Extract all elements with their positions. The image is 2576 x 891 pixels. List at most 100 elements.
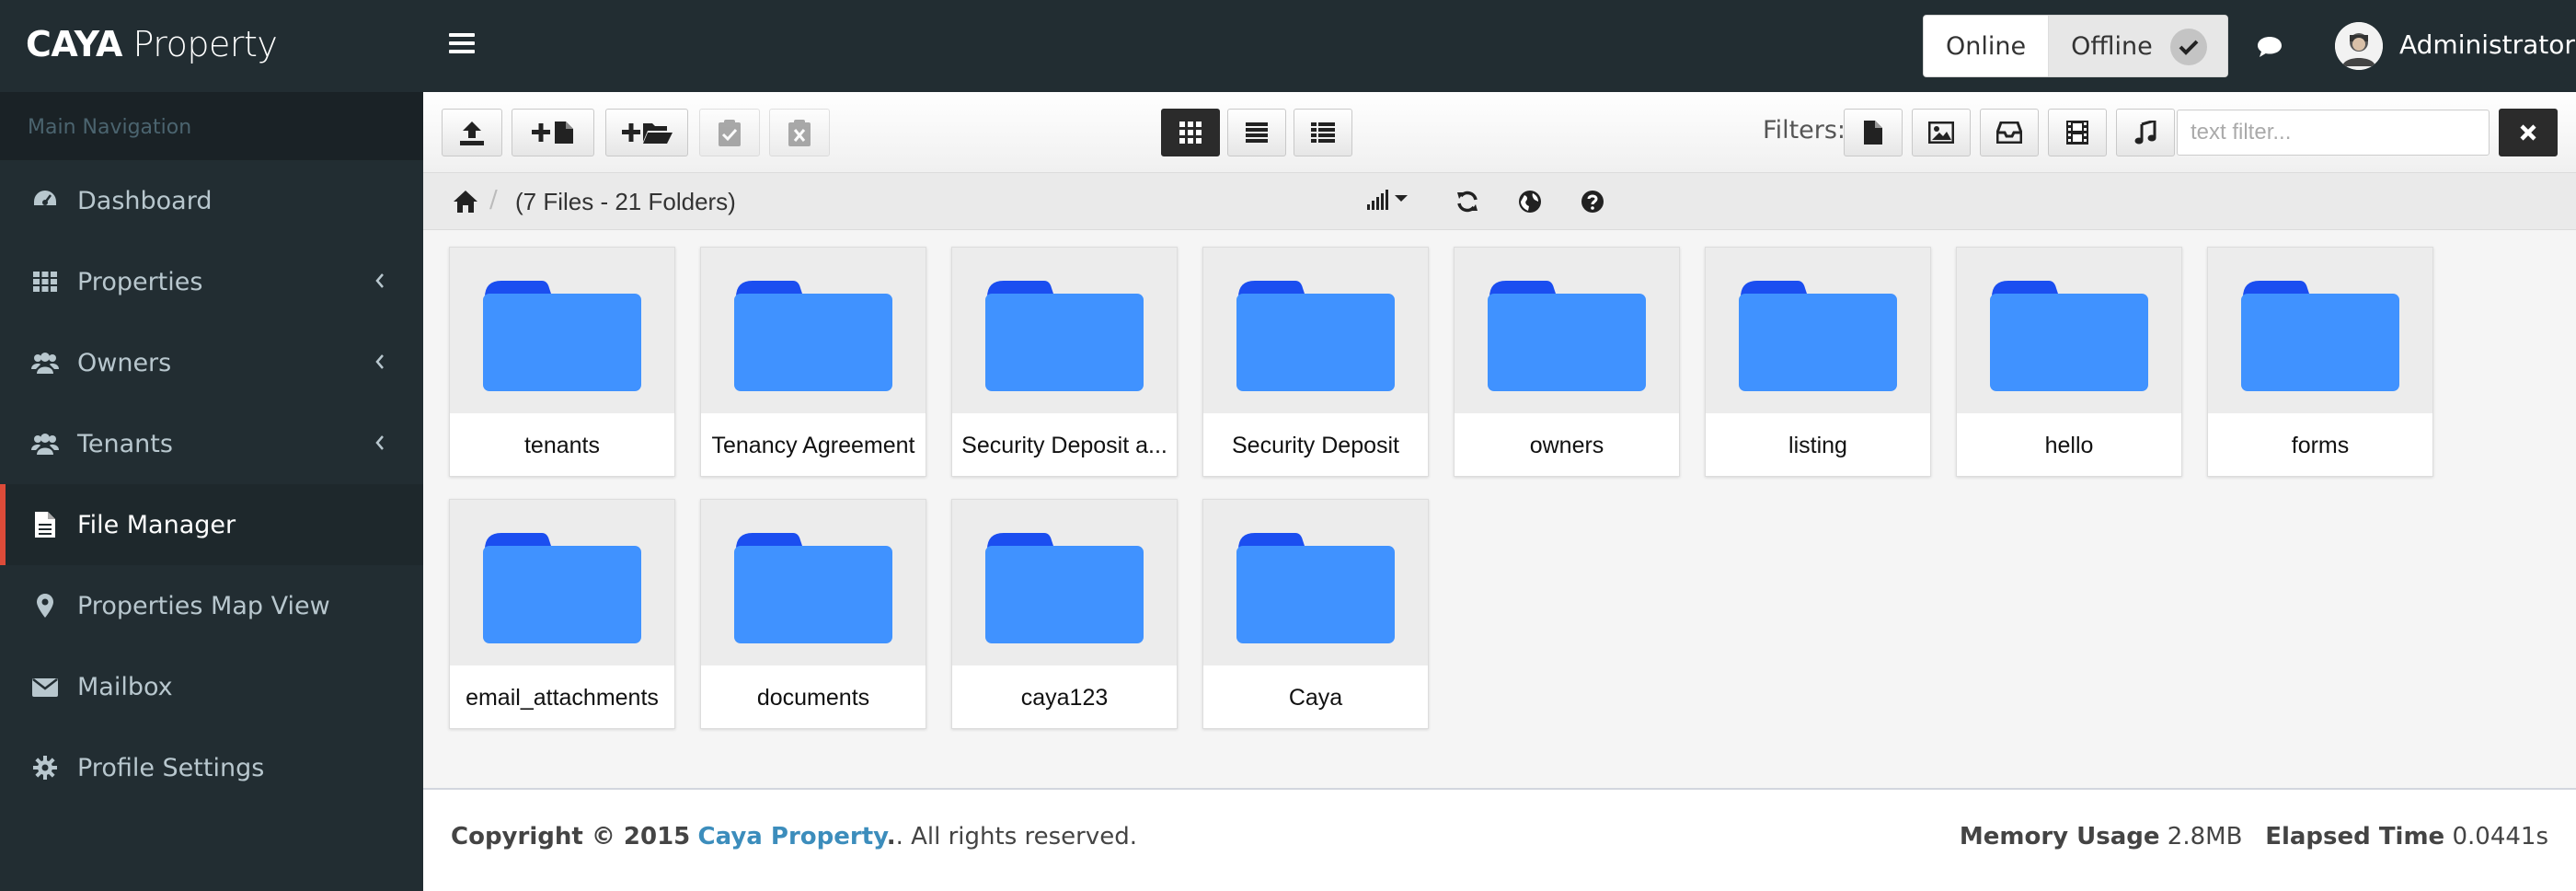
- folder-thumbnail: [1706, 248, 1930, 413]
- folder-thumbnail: [952, 500, 1177, 665]
- gear-icon: [31, 754, 59, 781]
- folder-name: caya123: [1020, 684, 1109, 711]
- clear-clipboard-button[interactable]: [769, 109, 830, 156]
- folder-tile[interactable]: listing: [1705, 247, 1931, 477]
- folder-tile[interactable]: caya123: [951, 499, 1178, 729]
- hamburger-menu-icon[interactable]: [449, 33, 475, 59]
- folder-icon: [2241, 281, 2399, 391]
- sidebar-item-properties-map-view[interactable]: Properties Map View: [0, 565, 423, 646]
- refresh-icon[interactable]: [1455, 190, 1479, 214]
- folder-thumbnail: [1203, 500, 1428, 665]
- folder-tile[interactable]: hello: [1956, 247, 2182, 477]
- sidebar-item-properties[interactable]: Properties: [0, 241, 423, 322]
- folder-icon: [1990, 281, 2148, 391]
- online-button[interactable]: Online: [1924, 16, 2050, 76]
- folder-thumbnail: [1957, 248, 2181, 413]
- folder-thumbnail: [701, 500, 926, 665]
- grid-icon: [31, 268, 59, 295]
- folder-name: tenants: [523, 432, 600, 458]
- folder-icon: [483, 533, 641, 643]
- sidebar-item-label: Properties Map View: [77, 591, 330, 620]
- filters-label: Filters:: [1763, 116, 1846, 145]
- folder-name: Security Deposit a...: [961, 432, 1167, 458]
- detail-view-button[interactable]: [1294, 109, 1352, 156]
- sort-dropdown[interactable]: [1367, 190, 1409, 212]
- app-logo[interactable]: CAYA Property: [26, 24, 278, 64]
- folder-name: forms: [2291, 432, 2350, 458]
- file-manager-panel: Filters: / (7 Files - 21 Folders): [423, 92, 2576, 788]
- sidebar: Main Navigation Dashboard Properties Own…: [0, 92, 423, 891]
- folder-tile[interactable]: Caya: [1202, 499, 1429, 729]
- folder-tile[interactable]: tenants: [449, 247, 675, 477]
- sidebar-section-title: Main Navigation: [0, 92, 423, 160]
- folder-icon: [1739, 281, 1897, 391]
- folder-name: owners: [1529, 432, 1604, 458]
- folder-name: Security Deposit: [1231, 432, 1400, 458]
- users-icon: [31, 349, 59, 376]
- folder-tile[interactable]: Security Deposit: [1202, 247, 1429, 477]
- folder-thumbnail: [450, 500, 674, 665]
- file-manager-toolbar: Filters:: [423, 92, 2576, 173]
- folder-tile[interactable]: Security Deposit a...: [951, 247, 1178, 477]
- offline-button[interactable]: Offline: [2049, 16, 2227, 76]
- folder-icon: [1488, 281, 1646, 391]
- folder-thumbnail: [701, 248, 926, 413]
- sidebar-item-label: Owners: [77, 348, 172, 377]
- folder-icon: [1236, 281, 1395, 391]
- folder-name: hello: [2044, 432, 2094, 458]
- users-icon: [31, 430, 59, 457]
- copyright-text: Copyright © 2015 Caya Property.. All rig…: [451, 823, 1138, 850]
- filter-music-button[interactable]: [2116, 109, 2175, 156]
- folder-name: documents: [756, 684, 870, 711]
- list-view-button[interactable]: [1227, 109, 1286, 156]
- globe-icon[interactable]: [1518, 190, 1542, 214]
- folder-thumbnail: [2208, 248, 2432, 413]
- grid-view-button[interactable]: [1161, 109, 1220, 156]
- sidebar-item-owners[interactable]: Owners: [0, 322, 423, 403]
- folder-icon: [483, 281, 641, 391]
- sidebar-item-mailbox[interactable]: Mailbox: [0, 646, 423, 727]
- text-filter-input[interactable]: [2177, 110, 2490, 156]
- sidebar-item-profile-settings[interactable]: Profile Settings: [0, 727, 423, 808]
- chevron-left-icon: [375, 434, 385, 451]
- folder-tile[interactable]: email_attachments: [449, 499, 675, 729]
- chat-icon[interactable]: [2256, 35, 2283, 59]
- sidebar-item-label: Tenants: [77, 429, 173, 458]
- help-icon[interactable]: [1581, 190, 1604, 214]
- sidebar-item-tenants[interactable]: Tenants: [0, 403, 423, 484]
- upload-button[interactable]: [442, 109, 502, 156]
- sidebar-item-file-manager[interactable]: File Manager: [0, 484, 423, 565]
- sidebar-item-label: Properties: [77, 267, 203, 296]
- filter-images-button[interactable]: [1912, 109, 1971, 156]
- chevron-left-icon: [375, 272, 385, 289]
- filter-videos-button[interactable]: [2048, 109, 2107, 156]
- filter-files-button[interactable]: [1844, 109, 1903, 156]
- status-toggle: Online Offline: [1923, 15, 2228, 77]
- clear-filter-button[interactable]: [2499, 109, 2558, 156]
- folder-tile[interactable]: owners: [1454, 247, 1680, 477]
- folder-icon: [734, 533, 892, 643]
- breadcrumb-separator: /: [489, 186, 498, 214]
- folder-name: listing: [1788, 432, 1847, 458]
- sidebar-item-dashboard[interactable]: Dashboard: [0, 160, 423, 241]
- dashboard-icon: [31, 187, 59, 214]
- footer: Copyright © 2015 Caya Property.. All rig…: [423, 788, 2576, 891]
- file-icon: [31, 511, 59, 538]
- top-header: CAYA Property Online Offline Administrat…: [0, 0, 2576, 92]
- user-name[interactable]: Administrator: [2399, 29, 2575, 60]
- home-icon[interactable]: [453, 190, 478, 214]
- performance-stats: Memory Usage 2.8MB Elapsed Time 0.0441s: [1959, 823, 2548, 850]
- paste-button[interactable]: [699, 109, 760, 156]
- file-count-summary: (7 Files - 21 Folders): [515, 188, 736, 215]
- filter-archives-button[interactable]: [1980, 109, 2039, 156]
- new-folder-button[interactable]: [605, 109, 688, 156]
- folder-tile[interactable]: Tenancy Agreement: [700, 247, 926, 477]
- folder-tile[interactable]: forms: [2207, 247, 2433, 477]
- company-link[interactable]: Caya Property: [698, 823, 887, 850]
- avatar[interactable]: [2335, 22, 2383, 70]
- folder-tile[interactable]: documents: [700, 499, 926, 729]
- sidebar-item-label: Mailbox: [77, 672, 173, 701]
- chevron-left-icon: [375, 353, 385, 370]
- folder-icon: [1236, 533, 1395, 643]
- new-file-button[interactable]: [512, 109, 594, 156]
